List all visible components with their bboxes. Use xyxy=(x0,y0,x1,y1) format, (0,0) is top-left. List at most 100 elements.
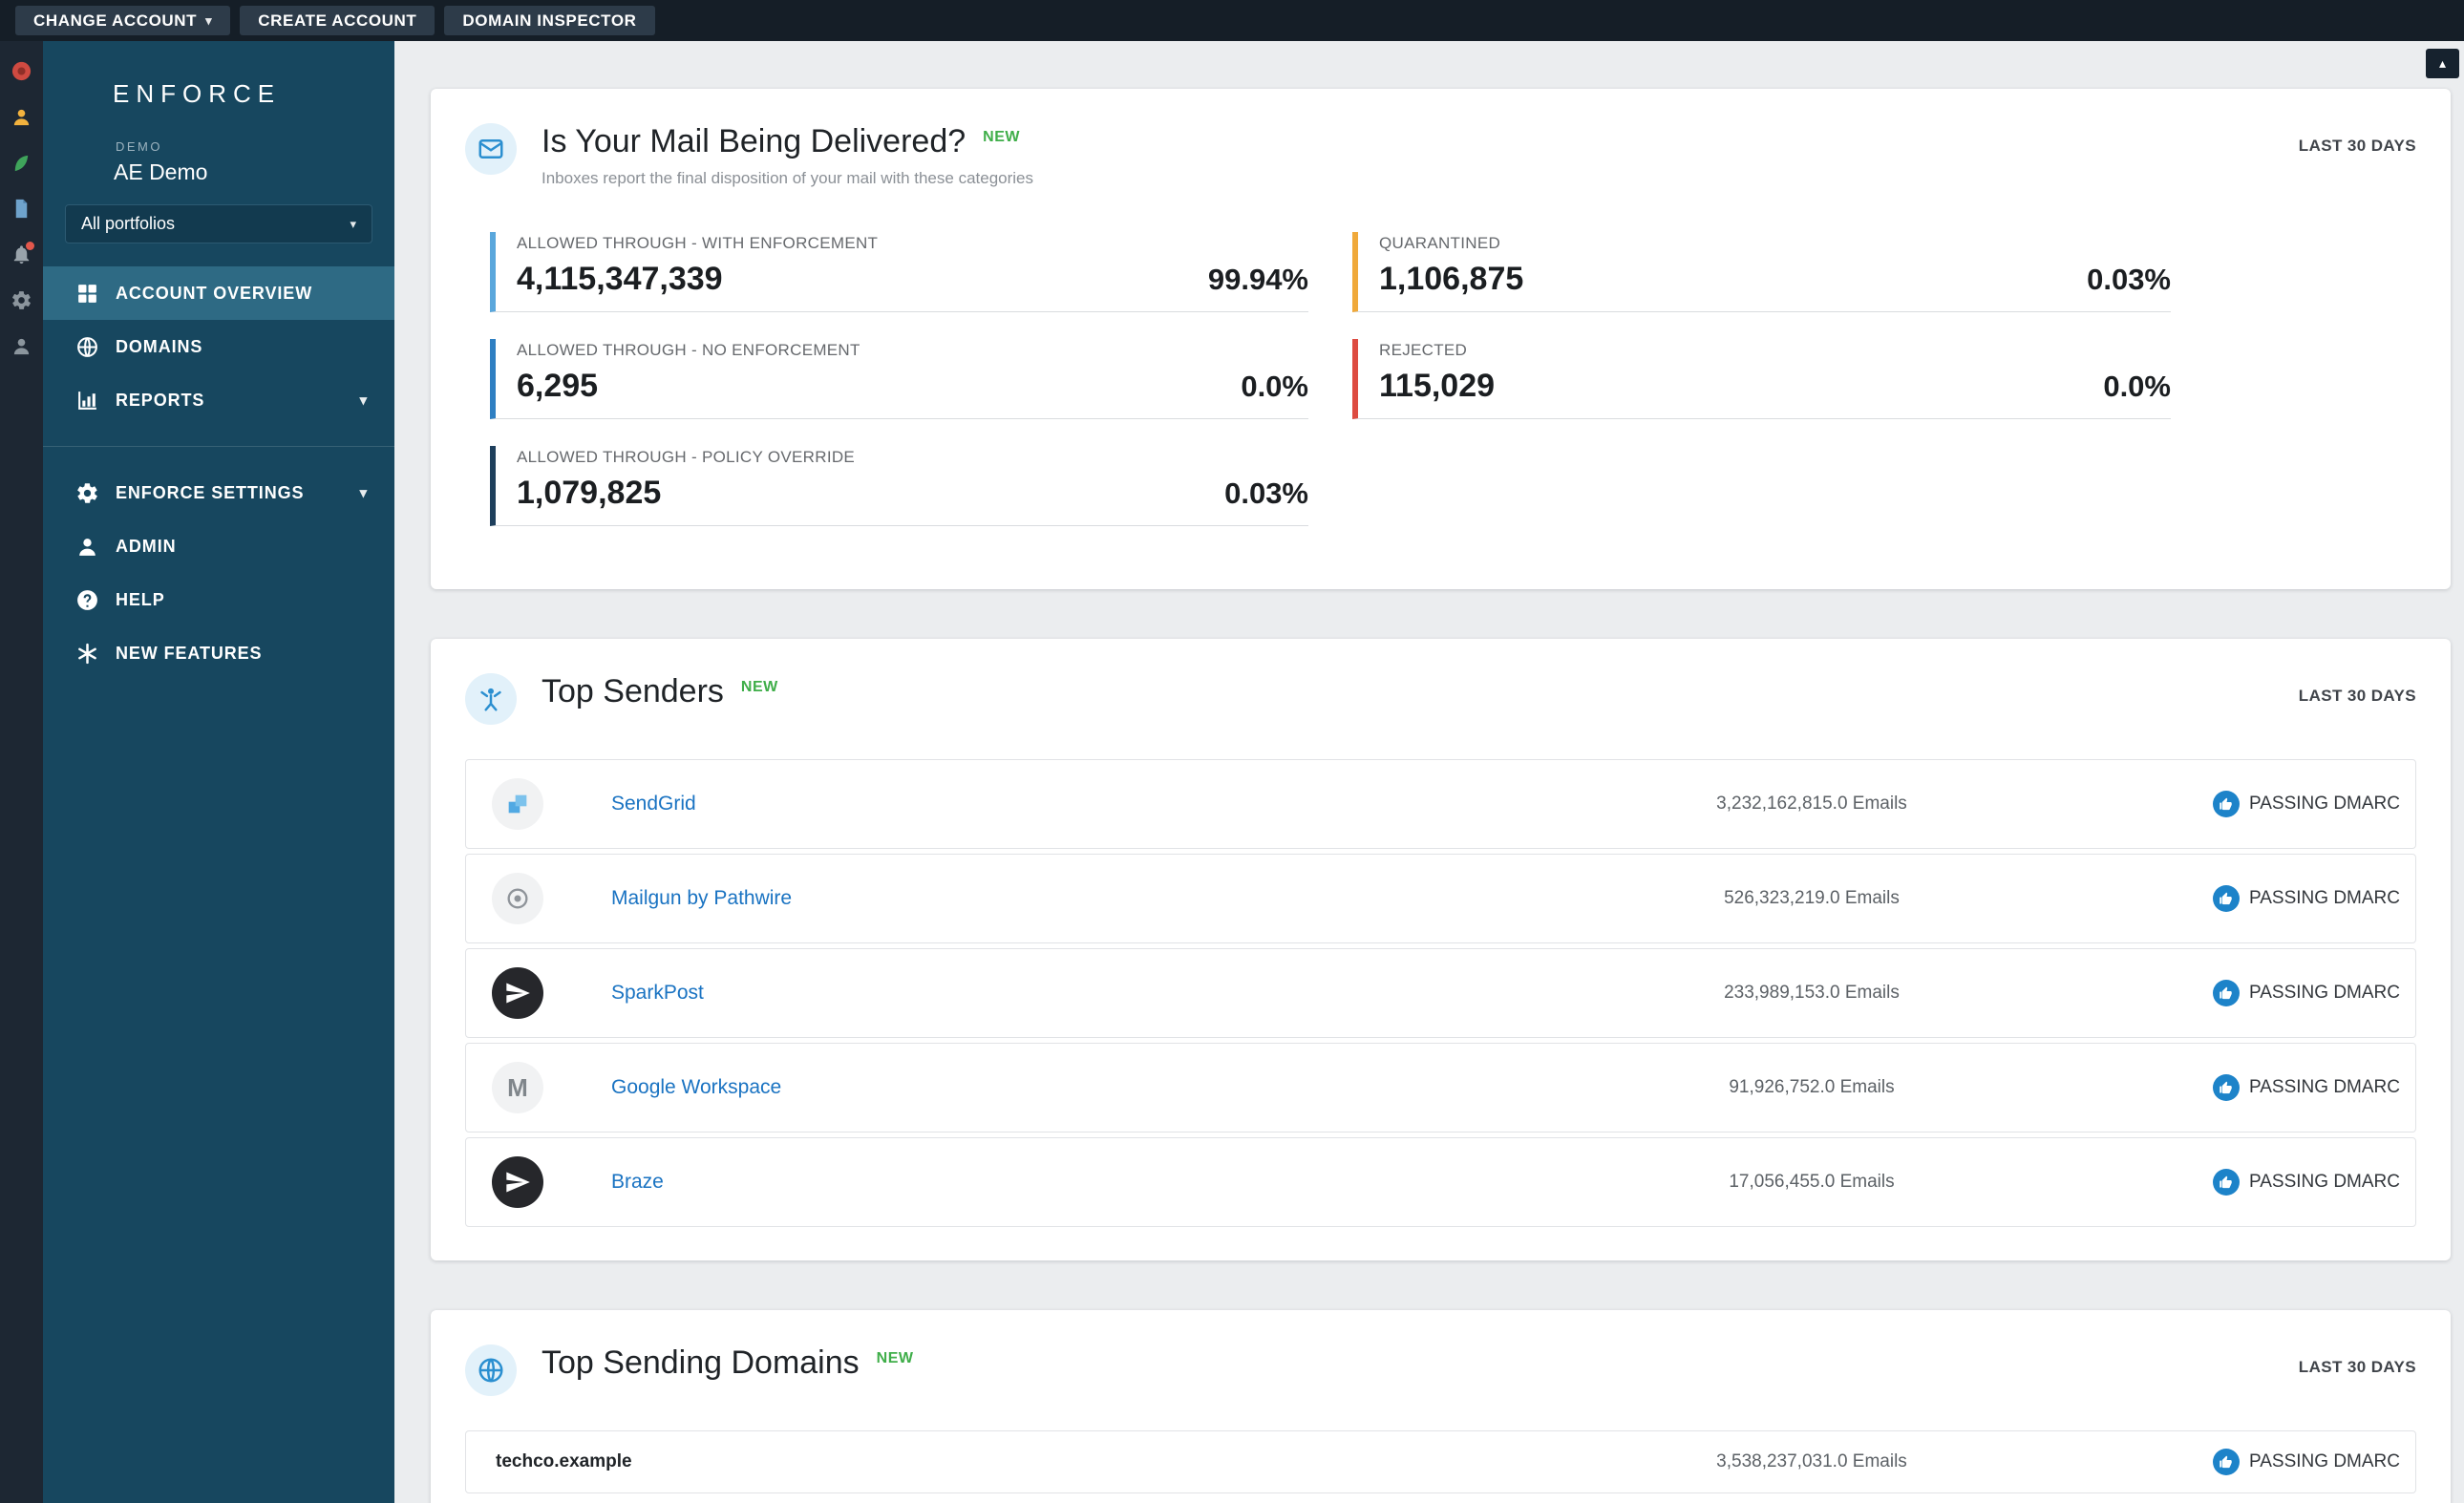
domain-name: techco.example xyxy=(496,1451,632,1471)
delivery-card-subtitle: Inboxes report the final disposition of … xyxy=(542,169,1033,187)
globe-icon xyxy=(465,1344,517,1396)
sender-email-count: 91,926,752.0 Emails xyxy=(1729,1077,1895,1097)
stat-label: ALLOWED THROUGH - POLICY OVERRIDE xyxy=(517,448,856,466)
passing-dmarc-icon xyxy=(2212,1449,2240,1475)
google-m-glyph: M xyxy=(507,1072,528,1102)
enforce-logo: ENFORCE xyxy=(113,79,282,108)
sendgrid-logo-icon xyxy=(492,778,543,830)
sidebar-item-admin[interactable]: ADMIN xyxy=(43,519,394,573)
profile-person-icon[interactable] xyxy=(11,335,32,357)
sender-row: SparkPost 233,989,153.0 Emails PASSING D… xyxy=(465,948,2416,1038)
domain-email-count: 3,538,237,031.0 Emails xyxy=(1716,1451,1907,1471)
sidebar-item-reports[interactable]: REPORTS ▾ xyxy=(43,373,394,427)
delivery-stats: ALLOWED THROUGH - WITH ENFORCEMENT 4,115… xyxy=(490,232,2171,553)
topbar: CHANGE ACCOUNT ▾ CREATE ACCOUNT DOMAIN I… xyxy=(0,0,2464,41)
sender-link[interactable]: Google Workspace xyxy=(611,1076,1621,1099)
stat-value: 4,115,347,339 xyxy=(517,261,723,297)
stat-value: 1,106,875 xyxy=(1379,261,1524,297)
domain-inspector-button[interactable]: DOMAIN INSPECTOR xyxy=(444,6,655,35)
passing-dmarc-icon xyxy=(2212,1169,2240,1196)
dmarc-status-badge: PASSING DMARC xyxy=(2212,791,2400,817)
top-senders-list: SendGrid 3,232,162,815.0 Emails PASSING … xyxy=(465,759,2416,1227)
stat-value: 1,079,825 xyxy=(517,475,662,511)
chart-icon xyxy=(75,389,99,413)
sender-email-count: 17,056,455.0 Emails xyxy=(1729,1172,1895,1192)
sidebar-item-label: ADMIN xyxy=(116,536,177,556)
sidebar-item-enforce-settings[interactable]: ENFORCE SETTINGS ▾ xyxy=(43,466,394,519)
sender-link[interactable]: Mailgun by Pathwire xyxy=(611,887,1621,910)
delivery-card-title: Is Your Mail Being Delivered? xyxy=(542,123,966,159)
dmarc-status-label: PASSING DMARC xyxy=(2248,888,2400,908)
braze-logo-icon xyxy=(492,1156,543,1208)
chevron-down-icon: ▾ xyxy=(205,13,213,28)
sparkpost-logo-icon xyxy=(492,967,543,1019)
delivery-card: Is Your Mail Being Delivered? NEW Inboxe… xyxy=(431,89,2451,589)
dmarc-status-badge: PASSING DMARC xyxy=(2212,1449,2400,1475)
menu-divider xyxy=(43,446,394,447)
sidebar-item-label: REPORTS xyxy=(116,390,205,410)
stat-percent: 0.03% xyxy=(2087,263,2171,296)
app-switcher-rail xyxy=(0,41,43,1503)
sidebar-item-label: NEW FEATURES xyxy=(116,643,263,663)
brand-logo-icon[interactable] xyxy=(11,60,32,82)
stat-value: 6,295 xyxy=(517,368,599,404)
chevron-down-icon: ▾ xyxy=(359,484,368,501)
sidebar-menu: ACCOUNT OVERVIEW DOMAINS REPORTS ▾ ENFOR… xyxy=(43,266,394,680)
top-domains-title: Top Sending Domains xyxy=(542,1344,860,1381)
sidebar-item-new-features[interactable]: NEW FEATURES xyxy=(43,626,394,680)
grid-icon xyxy=(75,282,99,306)
dmarc-status-label: PASSING DMARC xyxy=(2248,794,2400,814)
sender-link[interactable]: SendGrid xyxy=(611,793,1621,815)
dmarc-status-badge: PASSING DMARC xyxy=(2212,885,2400,912)
account-name: AE Demo xyxy=(114,159,208,184)
portfolio-select-value: All portfolios xyxy=(81,214,176,233)
stat-label: ALLOWED THROUGH - WITH ENFORCEMENT xyxy=(517,234,879,252)
sidebar-item-label: ACCOUNT OVERVIEW xyxy=(116,283,313,303)
new-badge: NEW xyxy=(876,1349,914,1366)
sidebar-item-help[interactable]: HELP xyxy=(43,573,394,626)
passing-dmarc-icon xyxy=(2212,791,2240,817)
sender-link[interactable]: Braze xyxy=(611,1171,1621,1194)
collapse-topbar-button[interactable]: ▴ xyxy=(2426,49,2459,78)
sidebar-item-label: ENFORCE SETTINGS xyxy=(116,482,305,502)
domain-row: techco.example 3,538,237,031.0 Emails PA… xyxy=(465,1430,2416,1493)
document-icon[interactable] xyxy=(11,198,32,220)
stat-label: REJECTED xyxy=(1379,341,1468,359)
top-senders-title: Top Senders xyxy=(542,673,724,709)
period-label: LAST 30 DAYS xyxy=(2298,137,2416,155)
trust-leaf-icon[interactable] xyxy=(11,152,32,174)
sender-row: M Google Workspace 91,926,752.0 Emails P… xyxy=(465,1043,2416,1133)
mailgun-logo-icon xyxy=(492,873,543,924)
portfolio-select[interactable]: All portfolios ▾ xyxy=(65,204,372,243)
create-account-button[interactable]: CREATE ACCOUNT xyxy=(240,6,435,35)
top-domains-header: Top Sending Domains NEW LAST 30 DAYS xyxy=(465,1344,2416,1396)
gear-icon xyxy=(75,481,99,505)
new-badge: NEW xyxy=(740,678,778,695)
app-shell: ENFORCE DEMO AE Demo All portfolios ▾ AC… xyxy=(0,41,2464,1503)
notifications-bell-icon[interactable] xyxy=(11,242,34,265)
sender-email-count: 526,323,219.0 Emails xyxy=(1724,888,1900,908)
stat-quarantined: QUARANTINED 1,106,875 0.03% xyxy=(1352,232,2171,312)
stat-label: QUARANTINED xyxy=(1379,234,1501,252)
settings-gear-icon[interactable] xyxy=(11,289,32,311)
google-workspace-logo-icon: M xyxy=(492,1062,543,1113)
top-senders-card: Top Senders NEW LAST 30 DAYS SendGrid 3,… xyxy=(431,639,2451,1260)
stat-allowed-no-enforcement: ALLOWED THROUGH - NO ENFORCEMENT 6,295 0… xyxy=(490,339,1308,419)
period-label: LAST 30 DAYS xyxy=(2298,687,2416,705)
stat-label: ALLOWED THROUGH - NO ENFORCEMENT xyxy=(517,341,860,359)
stat-percent: 0.03% xyxy=(1224,476,1308,510)
demo-badge: DEMO xyxy=(116,139,162,154)
sender-person-icon xyxy=(465,673,517,725)
notification-dot xyxy=(26,242,34,250)
sidebar-item-domains[interactable]: DOMAINS xyxy=(43,320,394,373)
change-account-button[interactable]: CHANGE ACCOUNT ▾ xyxy=(15,6,231,35)
sender-link[interactable]: SparkPost xyxy=(611,982,1621,1005)
sender-row: Mailgun by Pathwire 526,323,219.0 Emails… xyxy=(465,854,2416,943)
sidebar-item-label: HELP xyxy=(116,589,165,609)
sidebar-item-account-overview[interactable]: ACCOUNT OVERVIEW xyxy=(43,266,394,320)
help-icon xyxy=(75,588,99,612)
user-avatar-icon[interactable] xyxy=(11,106,32,128)
sidebar-item-label: DOMAINS xyxy=(116,336,203,356)
dmarc-status-label: PASSING DMARC xyxy=(2248,1077,2400,1097)
change-account-label: CHANGE ACCOUNT xyxy=(33,11,198,30)
